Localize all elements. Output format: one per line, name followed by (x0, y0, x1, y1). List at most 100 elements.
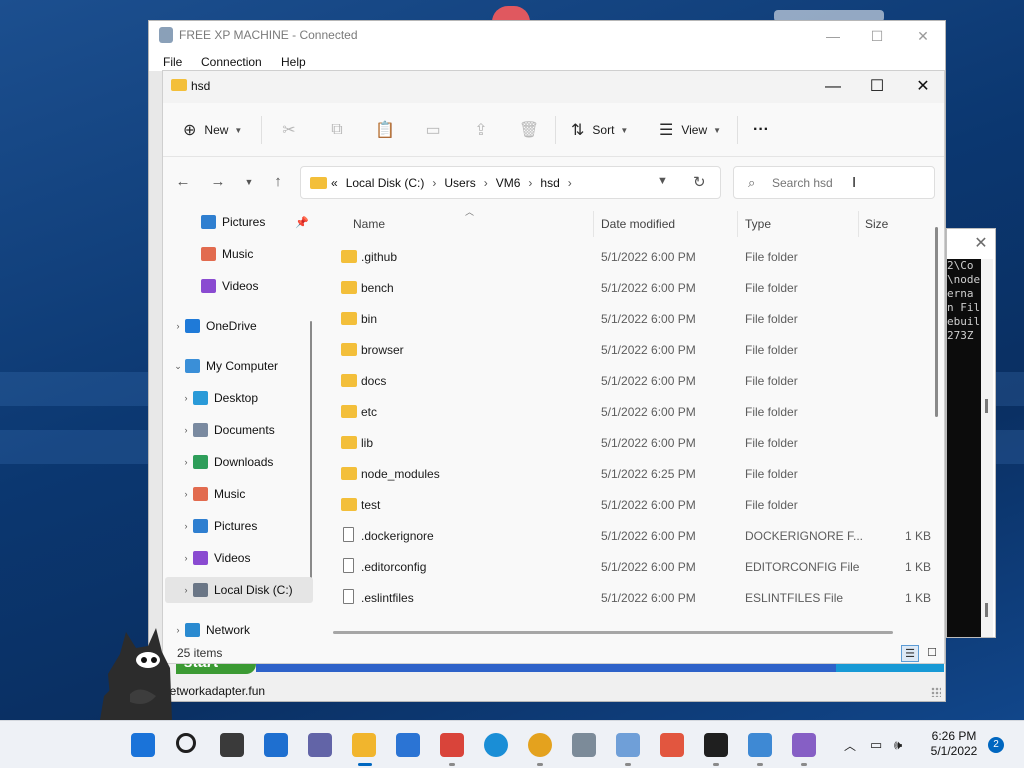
close-button[interactable]: ✕ (903, 75, 943, 99)
menu-connection[interactable]: Connection (201, 55, 262, 69)
resize-grip[interactable] (931, 687, 941, 697)
search-icon[interactable] (176, 733, 196, 753)
recent-locations-button[interactable]: ▼ (237, 171, 261, 193)
show-hidden-icons-icon[interactable]: ︿ (844, 737, 856, 754)
search-box[interactable]: ⌕ I (733, 166, 935, 199)
sidebar-item-downloads[interactable]: › Downloads (165, 449, 313, 475)
notepad-icon[interactable] (748, 733, 772, 766)
search-input[interactable] (772, 174, 912, 192)
edge-icon[interactable] (484, 733, 508, 757)
explorer-titlebar[interactable]: hsd — ☐ ✕ (163, 71, 944, 103)
minimize-button[interactable]: — (813, 75, 853, 99)
address-dropdown-icon[interactable]: ▼ (657, 175, 668, 187)
table-row[interactable]: etc 5/1/2022 6:00 PM File folder (323, 396, 935, 427)
sort-button[interactable]: ⇅ Sort ▼ (571, 118, 628, 142)
chevron-right-icon[interactable]: › (179, 553, 193, 563)
horizontal-scrollbar[interactable] (333, 631, 893, 634)
column-type[interactable]: Type (745, 217, 771, 231)
chevron-right-icon[interactable]: › (484, 176, 488, 190)
file-list-scrollbar[interactable] (935, 227, 938, 417)
sidebar-item-desktop[interactable]: › Desktop (165, 385, 313, 411)
breadcrumb-users[interactable]: Users (444, 176, 475, 190)
sidebar-item-network[interactable]: › Network (165, 617, 313, 643)
sidebar-item-videos[interactable]: › Videos (165, 545, 313, 571)
sidebar-item-my-computer[interactable]: ⌄ My Computer (165, 353, 313, 379)
column-divider[interactable] (593, 211, 594, 237)
sidebar-item-music[interactable]: › Music (165, 481, 313, 507)
maximize-button[interactable]: ☐ (857, 75, 897, 99)
terminal-scrollbar[interactable] (981, 259, 993, 637)
microsoft-store-icon[interactable] (396, 733, 420, 757)
more-options-button[interactable]: ··· (753, 118, 769, 142)
file-explorer-icon[interactable] (352, 733, 376, 766)
table-row[interactable]: node_modules 5/1/2022 6:25 PM File folder (323, 458, 935, 489)
chevron-right-icon[interactable]: › (179, 393, 193, 403)
chevron-right-icon[interactable]: › (179, 425, 193, 435)
task-view-icon[interactable] (220, 733, 244, 757)
column-name[interactable]: Name (353, 217, 385, 231)
refresh-icon[interactable]: ↻ (693, 173, 706, 191)
table-row[interactable]: bin 5/1/2022 6:00 PM File folder (323, 303, 935, 334)
start-icon[interactable] (131, 733, 155, 757)
sidebar-item-local-disk-c[interactable]: › Local Disk (C:) (165, 577, 313, 603)
table-row[interactable]: bench 5/1/2022 6:00 PM File folder (323, 272, 935, 303)
menu-help[interactable]: Help (281, 55, 306, 69)
new-button[interactable]: ⊕ New ▼ (183, 118, 242, 142)
menu-file[interactable]: File (163, 55, 182, 69)
details-view-icon[interactable]: ☰ (901, 645, 919, 662)
clock[interactable]: 6:26 PM 5/1/2022 (924, 729, 984, 759)
sidebar-item-documents[interactable]: › Documents (165, 417, 313, 443)
sidebar-item-pictures[interactable]: Pictures 📌 (165, 209, 313, 235)
delete-icon[interactable]: 🗑 (517, 118, 541, 142)
teams-chat-icon[interactable] (308, 733, 332, 757)
notepad-app-icon[interactable] (572, 733, 596, 757)
breadcrumb-hsd[interactable]: hsd (540, 176, 559, 190)
sidebar-item-music[interactable]: Music (165, 241, 313, 267)
terminal-scroll-thumb[interactable] (985, 603, 988, 617)
address-bar[interactable]: « Local Disk (C:) › Users › VM6 › hsd › … (300, 166, 721, 199)
sidebar-item-pictures[interactable]: › Pictures (165, 513, 313, 539)
table-row[interactable]: lib 5/1/2022 6:00 PM File folder (323, 427, 935, 458)
back-button[interactable]: ← (171, 171, 195, 193)
table-row[interactable]: .eslintfiles 5/1/2022 6:00 PM ESLINTFILES … (323, 582, 935, 613)
terminal-close-button[interactable]: ✕ (969, 233, 993, 255)
rdp-minimize-button[interactable]: — (819, 26, 847, 46)
remote-desktop-icon[interactable] (440, 733, 464, 766)
column-divider[interactable] (737, 211, 738, 237)
table-row[interactable]: .dockerignore 5/1/2022 6:00 PM DOCKERIGNOR… (323, 520, 935, 551)
view-button[interactable]: ☰ View ▼ (659, 118, 721, 142)
sidebar-item-videos[interactable]: Videos (165, 273, 313, 299)
table-row[interactable]: .github 5/1/2022 6:00 PM File folder (323, 241, 935, 272)
table-row[interactable]: test 5/1/2022 6:00 PM File folder (323, 489, 935, 520)
breadcrumb-overflow[interactable]: « (331, 176, 338, 190)
cut-icon[interactable]: ✂ (277, 118, 301, 142)
paint-app-icon[interactable] (660, 733, 684, 757)
chevron-right-icon[interactable]: › (179, 457, 193, 467)
rdp-close-button[interactable]: ✕ (909, 26, 937, 46)
chevron-right-icon[interactable]: › (528, 176, 532, 190)
remote-desktop-titlebar[interactable]: FREE XP MACHINE - Connected — ☐ ✕ (149, 21, 945, 51)
forward-button[interactable]: → (206, 171, 230, 193)
table-row[interactable]: docs 5/1/2022 6:00 PM File folder (323, 365, 935, 396)
sidebar-item-onedrive[interactable]: › OneDrive (165, 313, 313, 339)
chrome-icon[interactable] (528, 733, 552, 766)
rename-icon[interactable]: ▭ (421, 118, 445, 142)
notification-badge[interactable]: 2 (988, 737, 1004, 753)
breadcrumb-vm6[interactable]: VM6 (496, 176, 521, 190)
chevron-right-icon[interactable]: › (179, 585, 193, 595)
copy-icon[interactable]: ⧉ (325, 118, 349, 142)
column-size[interactable]: Size (865, 217, 888, 231)
chevron-down-icon[interactable]: ⌄ (171, 361, 185, 372)
column-divider[interactable] (858, 211, 859, 237)
paste-icon[interactable]: 📋 (373, 118, 397, 142)
table-row[interactable]: .editorconfig 5/1/2022 6:00 PM EDITORCONFI… (323, 551, 935, 582)
chevron-right-icon[interactable]: › (568, 176, 572, 190)
up-button[interactable]: ↑ (266, 171, 290, 193)
rdp-maximize-button[interactable]: ☐ (863, 26, 891, 46)
network-app-icon[interactable] (616, 733, 640, 766)
chevron-right-icon[interactable]: › (179, 521, 193, 531)
volume-icon[interactable]: 🕪 (894, 737, 902, 753)
breadcrumb-local-disk[interactable]: Local Disk (C:) (346, 176, 425, 190)
chevron-right-icon[interactable]: › (171, 321, 185, 331)
share-icon[interactable]: ⇪ (469, 118, 493, 142)
